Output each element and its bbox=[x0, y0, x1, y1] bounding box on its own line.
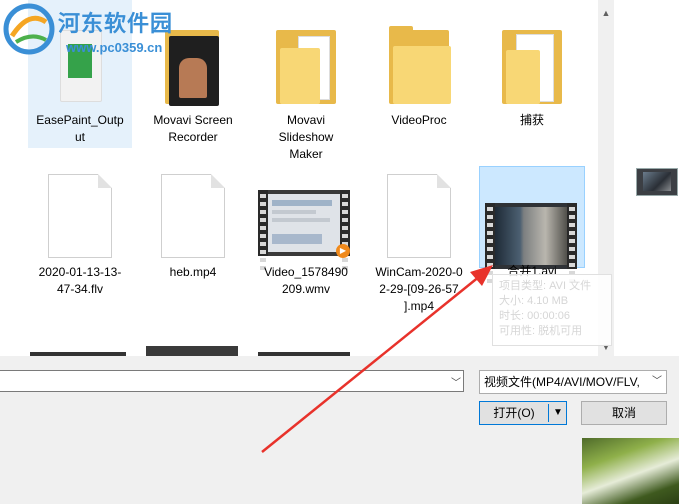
background-area bbox=[0, 438, 582, 504]
watermark-title: 河东软件园 bbox=[58, 12, 174, 37]
file-label-line: Movavi Screen bbox=[153, 113, 233, 127]
file-label-line: heb.mp4 bbox=[169, 265, 217, 279]
file-item-merge-avi[interactable]: 合并1.avi bbox=[479, 166, 585, 283]
play-badge-icon: ▶ bbox=[336, 244, 350, 258]
open-button[interactable]: 打开(O) ▼ bbox=[479, 401, 567, 425]
video-thumbnail bbox=[258, 190, 350, 270]
tooltip-type: 项目类型: AVI 文件 bbox=[499, 280, 592, 292]
split-divider bbox=[548, 404, 549, 422]
file-label-line: 209.wmv bbox=[281, 282, 331, 296]
dialog-bottom-bar: ﹀ 视频文件(MP4/AVI/MOV/FLV, ﹀ 打开(O) ▼ 取消 bbox=[0, 356, 679, 438]
file-type-select[interactable]: 视频文件(MP4/AVI/MOV/FLV, ﹀ bbox=[479, 370, 667, 394]
file-label-line: 2-29-[09-26-57 bbox=[379, 282, 459, 296]
document-icon bbox=[387, 174, 451, 258]
file-label-line: 2020-01-13-13- bbox=[38, 265, 122, 279]
watermark-url: www.pc0359.cn bbox=[66, 40, 163, 55]
file-label-line: Movavi bbox=[286, 113, 325, 127]
file-label-line: 47-34.flv bbox=[56, 282, 104, 296]
file-item-partial[interactable] bbox=[146, 346, 238, 356]
background-photo bbox=[582, 438, 679, 504]
video-thumbnail bbox=[485, 203, 577, 283]
open-dropdown-arrow-icon[interactable]: ▼ bbox=[550, 402, 566, 424]
file-item-capture[interactable]: 捕获 bbox=[480, 0, 584, 148]
file-label-line: Recorder bbox=[168, 130, 218, 144]
document-icon bbox=[48, 174, 112, 258]
tooltip-duration: 时长: 00:00:06 bbox=[499, 310, 570, 322]
site-watermark: 河东软件园 www.pc0359.cn bbox=[0, 0, 200, 64]
file-label-line: WinCam-2020-0 bbox=[375, 265, 463, 279]
chevron-down-icon[interactable]: ﹀ bbox=[451, 374, 461, 389]
file-info-tooltip: 项目类型: AVI 文件 大小: 4.10 MB 时长: 00:00:06 可用… bbox=[492, 274, 612, 346]
file-item-video-wmv[interactable]: ▶ Video_1578490 209.wmv bbox=[254, 166, 358, 300]
file-label-line: VideoProc bbox=[391, 113, 447, 127]
chevron-down-icon[interactable]: ﹀ bbox=[652, 371, 662, 393]
file-item-2020-01-13-flv[interactable]: 2020-01-13-13- 47-34.flv bbox=[28, 166, 132, 300]
scroll-up-icon[interactable]: ▲ bbox=[598, 6, 614, 20]
file-item-wincam-mp4[interactable]: WinCam-2020-0 2-29-[09-26-57 ].mp4 bbox=[367, 166, 471, 320]
cancel-button[interactable]: 取消 bbox=[581, 401, 667, 425]
file-item-heb-mp4[interactable]: heb.mp4 bbox=[141, 166, 245, 300]
file-label-line: Maker bbox=[289, 147, 323, 161]
file-label-line: ].mp4 bbox=[403, 299, 434, 313]
file-label-line: EasePaint_Outp bbox=[36, 113, 124, 127]
file-item-movavi-slideshow-maker[interactable]: Movavi Slideshow Maker bbox=[254, 0, 358, 170]
file-item-videoproc[interactable]: VideoProc bbox=[367, 0, 471, 148]
watermark-logo-icon bbox=[3, 3, 55, 55]
file-type-value: 视频文件(MP4/AVI/MOV/FLV, bbox=[484, 375, 640, 389]
document-icon bbox=[161, 174, 225, 258]
file-label-line: 捕获 bbox=[519, 113, 544, 127]
preview-thumbnail bbox=[636, 168, 678, 196]
tooltip-availability: 可用性: 脱机可用 bbox=[499, 325, 583, 337]
file-label-line: Slideshow bbox=[278, 130, 334, 144]
filename-input[interactable]: ﹀ bbox=[0, 370, 464, 392]
file-label-line: ut bbox=[74, 130, 85, 144]
file-label-line: Video_1578490 bbox=[264, 265, 348, 279]
tooltip-size: 大小: 4.10 MB bbox=[499, 295, 569, 307]
open-button-label: 打开(O) bbox=[493, 406, 535, 420]
